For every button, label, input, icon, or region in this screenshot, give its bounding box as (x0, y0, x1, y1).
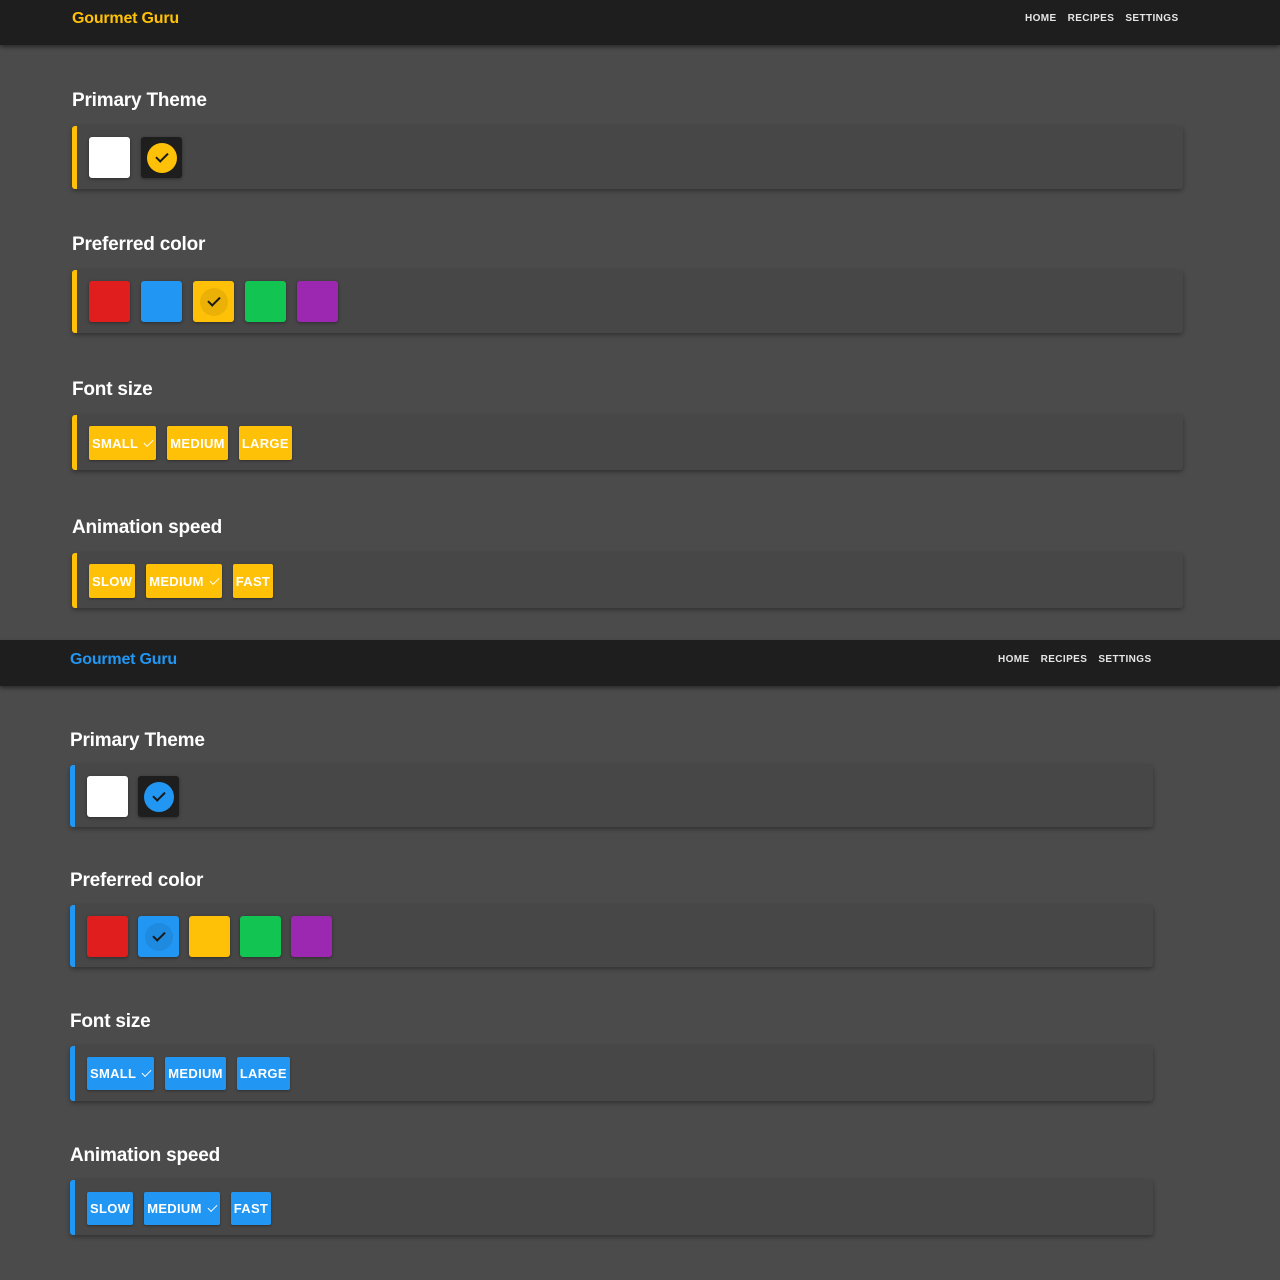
logo-text-part-b: met Guru (107, 651, 177, 668)
logo-text-part-a: Gour (70, 651, 108, 668)
font-option-small-button[interactable]: SMALL (89, 426, 157, 460)
theme-swatch-0[interactable] (87, 776, 128, 817)
check-icon (143, 436, 154, 447)
option-label: SLOW (90, 1201, 131, 1216)
color-swatch-1[interactable] (138, 916, 179, 957)
option-label: MEDIUM (168, 1066, 223, 1081)
speed-option-slow-button[interactable]: SLOW (89, 564, 136, 598)
speed-option-slow-button[interactable]: SLOW (87, 1192, 134, 1225)
check-icon (154, 149, 169, 163)
font-option-small-button[interactable]: SMALL (87, 1057, 155, 1090)
color-swatch-1[interactable] (141, 281, 182, 322)
nav-recipes-link[interactable]: RECIPES (1041, 654, 1088, 665)
font-size-chip-row: SMALL MEDIUM LARGE (87, 1057, 290, 1090)
option-label: MEDIUM (147, 1201, 202, 1216)
check-circle-icon (199, 287, 228, 316)
color-swatch-3[interactable] (240, 916, 281, 957)
preferred-color-card (70, 905, 1153, 967)
theme-swatch-1[interactable] (138, 776, 179, 817)
nav-links: HOME RECIPES SETTINGS (998, 654, 1152, 665)
animation-speed-title: Animation speed (72, 517, 223, 538)
option-label: LARGE (241, 435, 289, 451)
preferred-color-title: Preferred color (70, 870, 204, 891)
color-swatch-2[interactable] (189, 916, 230, 957)
option-label: SLOW (92, 573, 133, 589)
font-size-card: SMALL MEDIUM LARGE (72, 415, 1183, 470)
speed-option-fast-button[interactable]: FAST (232, 564, 274, 598)
check-icon (207, 1202, 218, 1213)
animation-speed-chip-row: SLOW MEDIUM FAST (89, 564, 274, 598)
primary-theme-title: Primary Theme (72, 90, 207, 111)
animation-speed-card: SLOW MEDIUM FAST (72, 553, 1183, 608)
font-size-card: SMALL MEDIUM LARGE (70, 1046, 1153, 1101)
animation-speed-title: Animation speed (70, 1145, 221, 1166)
font-size-chip-row: SMALL MEDIUM LARGE (89, 426, 292, 460)
theme-swatch-0[interactable] (89, 137, 130, 178)
settings-screen-yellow: Gourmet Guru HOME RECIPES SETTINGS Prima… (0, 0, 1280, 640)
preferred-color-title: Preferred color (72, 234, 206, 255)
option-label: SMALL (90, 1066, 137, 1081)
color-swatch-row (89, 281, 338, 322)
option-label: SMALL (92, 435, 139, 451)
font-option-medium-button[interactable]: MEDIUM (165, 1057, 226, 1090)
option-label: FAST (235, 573, 271, 589)
check-circle-icon (144, 922, 173, 951)
logo-text-part-b: met Guru (109, 10, 179, 27)
font-size-title: Font size (70, 1011, 151, 1032)
app-logo[interactable]: Gourmet Guru (70, 651, 177, 669)
preferred-color-card (72, 270, 1183, 333)
primary-theme-card (72, 126, 1183, 189)
check-circle-icon (143, 781, 174, 812)
check-icon (209, 574, 220, 585)
nav-settings-link[interactable]: SETTINGS (1125, 13, 1178, 24)
font-option-medium-button[interactable]: MEDIUM (167, 426, 228, 460)
theme-swatch-1[interactable] (141, 137, 182, 178)
font-size-title: Font size (72, 379, 153, 400)
nav-home-link[interactable]: HOME (1025, 13, 1057, 24)
font-option-large-button[interactable]: LARGE (236, 1057, 290, 1090)
check-icon (206, 293, 221, 307)
top-nav-bar: Gourmet Guru HOME RECIPES SETTINGS (0, 640, 1280, 686)
settings-screen-blue: Gourmet Guru HOME RECIPES SETTINGS Prima… (0, 640, 1280, 1280)
speed-option-medium-button[interactable]: MEDIUM (146, 564, 222, 598)
animation-speed-chip-row: SLOW MEDIUM FAST (87, 1192, 272, 1225)
option-label: LARGE (239, 1066, 287, 1081)
color-swatch-4[interactable] (291, 916, 332, 957)
option-label: FAST (233, 1201, 269, 1216)
nav-home-link[interactable]: HOME (998, 654, 1030, 665)
check-icon (141, 1067, 152, 1078)
color-swatch-0[interactable] (89, 281, 130, 322)
nav-recipes-link[interactable]: RECIPES (1068, 13, 1115, 24)
top-nav-bar: Gourmet Guru HOME RECIPES SETTINGS (0, 0, 1280, 45)
speed-option-fast-button[interactable]: FAST (230, 1192, 272, 1225)
nav-settings-link[interactable]: SETTINGS (1098, 654, 1151, 665)
color-swatch-3[interactable] (245, 281, 286, 322)
speed-option-medium-button[interactable]: MEDIUM (144, 1192, 220, 1225)
theme-swatch-row (89, 137, 182, 178)
animation-speed-card: SLOW MEDIUM FAST (70, 1180, 1153, 1235)
color-swatch-0[interactable] (87, 916, 128, 957)
option-label: MEDIUM (170, 435, 225, 451)
option-label: MEDIUM (149, 573, 204, 589)
check-circle-icon (146, 142, 177, 173)
primary-theme-card (70, 765, 1153, 827)
color-swatch-2[interactable] (193, 281, 234, 322)
logo-text-part-a: Gour (72, 10, 110, 27)
font-option-large-button[interactable]: LARGE (238, 426, 292, 460)
color-swatch-4[interactable] (297, 281, 338, 322)
theme-swatch-row (87, 776, 179, 817)
nav-links: HOME RECIPES SETTINGS (1025, 13, 1179, 24)
app-logo[interactable]: Gourmet Guru (72, 10, 179, 28)
color-swatch-row (87, 916, 332, 957)
primary-theme-title: Primary Theme (70, 730, 205, 751)
check-icon (151, 788, 166, 802)
check-icon (151, 928, 166, 942)
